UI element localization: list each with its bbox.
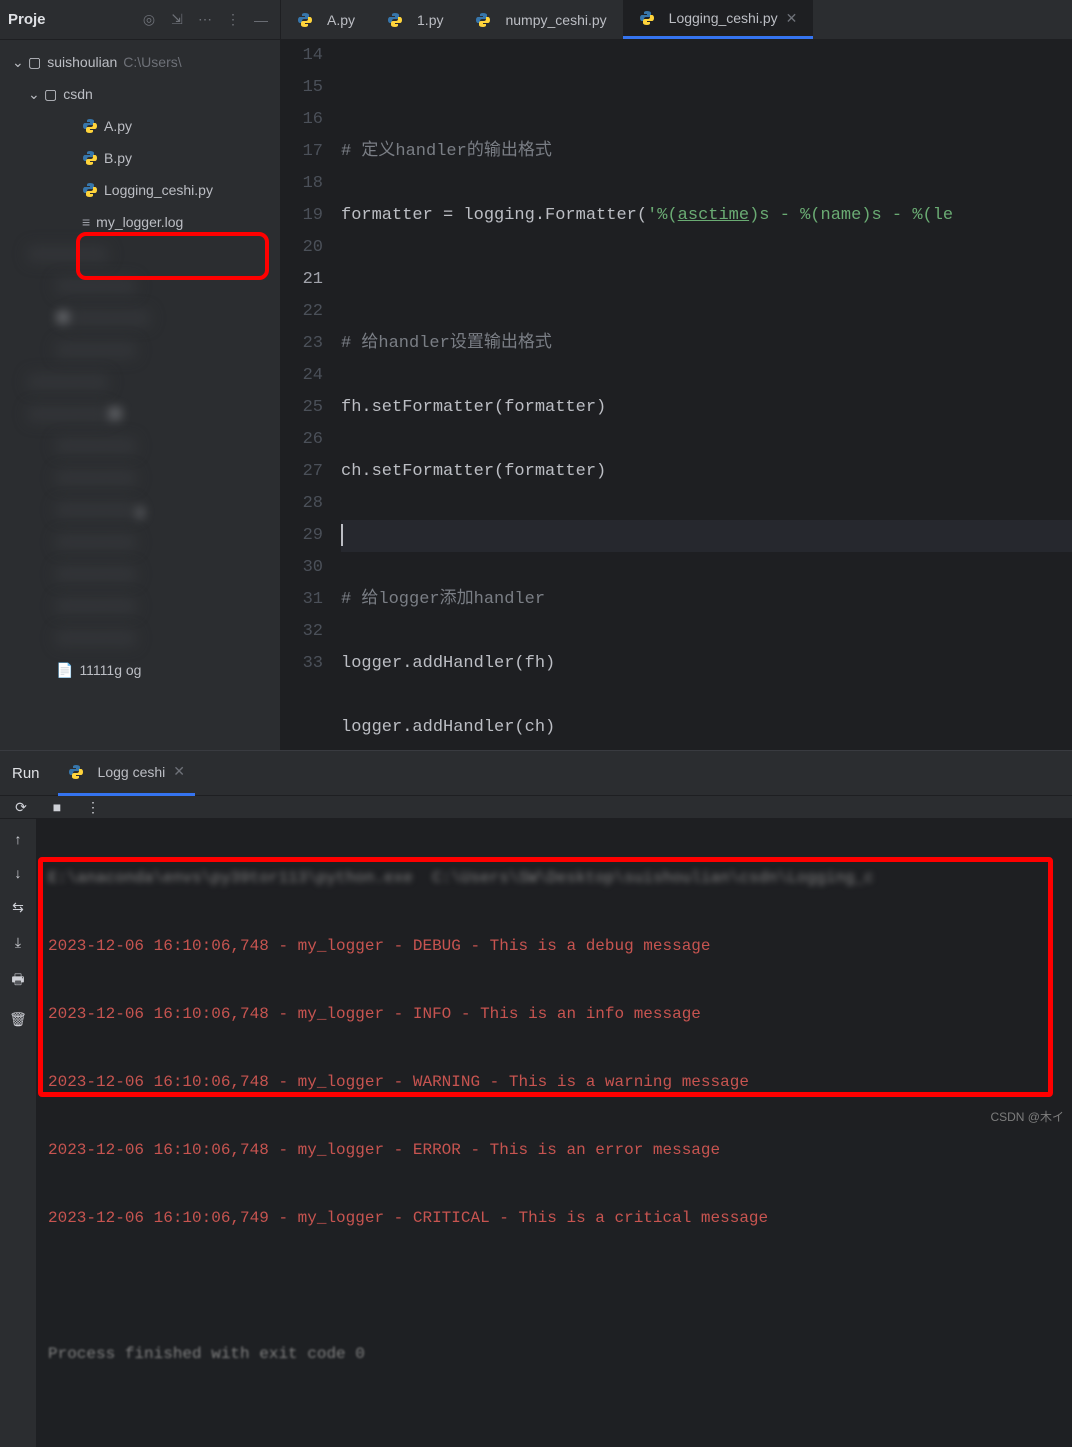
exit-line: Process finished with exit code 0 (48, 1337, 1060, 1371)
tree-item-blurred[interactable] (0, 366, 280, 398)
tree-item-blurred[interactable] (0, 462, 280, 494)
sidebar-header: Proje ◎ ⇲ ⋯ ⋮ — (0, 0, 280, 40)
python-icon (475, 12, 491, 28)
folder-icon: ▢ (28, 54, 41, 71)
python-icon (82, 150, 98, 166)
scroll-icon[interactable]: ⤓ (15, 934, 21, 951)
file-a-py[interactable]: A.py (0, 110, 280, 142)
file-label: A.py (104, 118, 132, 134)
tab-a-py[interactable]: A.py (281, 0, 371, 39)
tree-item-blurred[interactable] (0, 238, 280, 270)
python-icon (297, 12, 313, 28)
file-label: Logging_ceshi.py (104, 182, 213, 198)
code-content[interactable]: # 定义handler的输出格式 formatter = logging.For… (341, 40, 1072, 750)
chevron-down-icon: ⌄ (12, 54, 28, 71)
folder-label: csdn (63, 86, 93, 102)
down-icon[interactable]: ↓ (15, 865, 22, 881)
watermark: CSDN @木イ (990, 1108, 1064, 1125)
tab-1-py[interactable]: 1.py (371, 0, 459, 39)
tab-numpy-py[interactable]: numpy_ceshi.py (459, 0, 622, 39)
collapse-icon[interactable]: ⇲ (166, 9, 188, 31)
run-header: Run Logg ceshi ✕ (0, 751, 1072, 796)
wrap-icon[interactable]: ⇆ (12, 899, 24, 916)
line-gutter: 1415161718192021222324252627282930313233 (281, 40, 341, 750)
log-line: 2023-12-06 16:10:06,749 - my_logger - CR… (48, 1201, 1060, 1235)
file-logging-py[interactable]: Logging_ceshi.py (0, 174, 280, 206)
tree-item-blurred[interactable] (0, 526, 280, 558)
run-tab-label: Logg ceshi (98, 764, 166, 780)
log-line: 2023-12-06 16:10:06,748 - my_logger - DE… (48, 929, 1060, 963)
tree-item-blurred[interactable]: 傍 (0, 302, 280, 334)
python-icon (387, 12, 403, 28)
tab-label: 1.py (417, 12, 443, 28)
settings-icon[interactable]: ⋯ (194, 9, 216, 31)
python-icon (639, 10, 655, 26)
log-line: 2023-12-06 16:10:06,748 - my_logger - WA… (48, 1065, 1060, 1099)
tree-item-blurred[interactable] (0, 334, 280, 366)
console-command: E:\anaconda\envs\py39tor113\python.exe C… (48, 861, 1060, 895)
more-icon[interactable]: ⋮ (222, 9, 244, 31)
file-11111-log[interactable]: 📄 11111g og (0, 654, 280, 686)
caret (341, 524, 343, 546)
project-name: suishoulian (47, 54, 117, 70)
close-icon[interactable]: ✕ (173, 763, 185, 780)
python-icon (82, 182, 98, 198)
tree-item-blurred[interactable] (0, 270, 280, 302)
text-file-icon: ≡ (82, 214, 90, 230)
file-label: B.py (104, 150, 132, 166)
code-area[interactable]: 1415161718192021222324252627282930313233… (281, 40, 1072, 750)
python-icon (82, 118, 98, 134)
project-tree: ⌄ ▢ suishoulian C:\Users\ ⌄ ▢ csdn A.py … (0, 40, 280, 750)
close-icon[interactable]: ✕ (786, 10, 798, 27)
trash-icon[interactable]: 🗑 (9, 1011, 27, 1028)
hide-icon[interactable]: — (250, 9, 272, 31)
log-line: 2023-12-06 16:10:06,748 - my_logger - IN… (48, 997, 1060, 1031)
project-sidebar: Proje ◎ ⇲ ⋯ ⋮ — ⌄ ▢ suishoulian C:\Users… (0, 0, 281, 750)
folder-icon: ▢ (44, 86, 57, 103)
tab-label: Logging_ceshi.py (669, 10, 778, 26)
file-label: 11111g og (79, 662, 141, 678)
run-tab[interactable]: Logg ceshi ✕ (58, 751, 195, 796)
tab-label: numpy_ceshi.py (505, 12, 606, 28)
tree-item-blurred[interactable]: 剖 (0, 398, 280, 430)
tab-logging-py[interactable]: Logging_ceshi.py ✕ (623, 0, 814, 39)
sidebar-title: Proje (8, 11, 46, 28)
more-icon[interactable]: ⋮ (82, 796, 104, 818)
console-output[interactable]: E:\anaconda\envs\py39tor113\python.exe C… (36, 819, 1072, 1447)
file-b-py[interactable]: B.py (0, 142, 280, 174)
run-title: Run (12, 765, 40, 782)
editor-tabs: A.py 1.py numpy_ceshi.py Logging_ceshi.p… (281, 0, 1072, 40)
chevron-down-icon: ⌄ (28, 86, 44, 103)
tree-item-blurred[interactable] (0, 558, 280, 590)
stop-icon[interactable]: ■ (46, 796, 68, 818)
run-gutter: ↑ ↓ ⇆ ⤓ 🖶 🗑 (0, 819, 36, 1447)
tree-item-blurred[interactable]: g (0, 494, 280, 526)
file-label: my_logger.log (96, 214, 183, 230)
tree-item-blurred[interactable] (0, 590, 280, 622)
run-toolbar: ⟳ ■ ⋮ (0, 796, 1072, 819)
log-line: 2023-12-06 16:10:06,748 - my_logger - ER… (48, 1133, 1060, 1167)
project-path: C:\Users\ (123, 54, 181, 70)
project-root[interactable]: ⌄ ▢ suishoulian C:\Users\ (0, 46, 280, 78)
target-icon[interactable]: ◎ (138, 9, 160, 31)
python-icon (68, 764, 84, 780)
text-file-icon: 📄 (56, 662, 73, 679)
folder-csdn[interactable]: ⌄ ▢ csdn (0, 78, 280, 110)
tree-item-blurred[interactable] (0, 622, 280, 654)
run-panel: Run Logg ceshi ✕ ⟳ ■ ⋮ ↑ ↓ ⇆ ⤓ 🖶 🗑 E:\an… (0, 750, 1072, 1130)
file-mylogger-log[interactable]: ≡ my_logger.log (0, 206, 280, 238)
print-icon[interactable]: 🖶 (11, 969, 24, 993)
editor: A.py 1.py numpy_ceshi.py Logging_ceshi.p… (281, 0, 1072, 750)
tab-label: A.py (327, 12, 355, 28)
tree-item-blurred[interactable] (0, 430, 280, 462)
up-icon[interactable]: ↑ (15, 831, 22, 847)
rerun-icon[interactable]: ⟳ (10, 796, 32, 818)
